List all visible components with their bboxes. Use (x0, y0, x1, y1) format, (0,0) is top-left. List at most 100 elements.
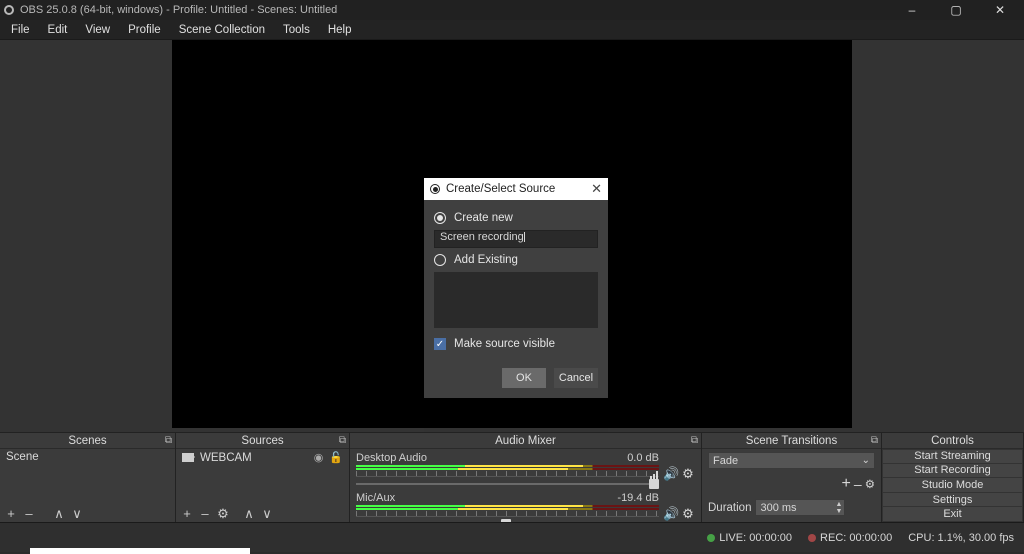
meter-ticks (356, 471, 659, 477)
source-item-label: WEBCAM (200, 452, 252, 464)
dialog-title: Create/Select Source (446, 183, 555, 195)
popout-icon[interactable]: ⧉ (691, 435, 698, 446)
dialog-buttons: OK Cancel (424, 362, 608, 398)
create-new-label: Create new (454, 212, 513, 224)
source-name-input[interactable]: Screen recording (434, 230, 598, 248)
ok-button[interactable]: OK (502, 368, 546, 388)
status-live: LIVE: 00:00:00 (707, 532, 792, 544)
source-properties-button[interactable]: ⚙ (216, 506, 230, 522)
mixer-header: Audio Mixer ⧉ (350, 433, 701, 449)
menu-scene-collection[interactable]: Scene Collection (170, 24, 274, 36)
scenes-header: Scenes ⧉ (0, 433, 175, 449)
menu-edit[interactable]: Edit (39, 24, 77, 36)
existing-sources-list[interactable] (434, 272, 598, 328)
transitions-title: Scene Transitions (746, 435, 837, 447)
close-button[interactable]: ✕ (980, 2, 1020, 18)
add-transition-button[interactable]: + (842, 475, 851, 493)
scene-item[interactable]: Scene (0, 449, 175, 465)
transitions-header: Scene Transitions ⧉ (702, 433, 881, 449)
status-cpu: CPU: 1.1%, 30.00 fps (908, 532, 1014, 544)
make-visible-checkbox[interactable]: ✓ Make source visible (434, 332, 598, 352)
source-item[interactable]: WEBCAM ◉ 🔓 (176, 449, 349, 466)
popout-icon[interactable]: ⧉ (871, 435, 878, 446)
controls-header: Controls (882, 433, 1023, 449)
add-scene-button[interactable]: + (4, 506, 18, 521)
duration-label: Duration (708, 502, 751, 514)
scene-up-button[interactable]: ∧ (52, 506, 66, 522)
studio-mode-button[interactable]: Studio Mode (882, 478, 1023, 493)
audio-mixer-panel: Audio Mixer ⧉ Desktop Audio0.0 dB 🔊 ⚙ Mi… (350, 433, 702, 522)
title-bar: OBS 25.0.8 (64-bit, windows) - Profile: … (0, 0, 1024, 20)
start-recording-button[interactable]: Start Recording (882, 464, 1023, 479)
live-dot-icon (707, 534, 715, 542)
duration-input[interactable]: 300 ms ▲▼ (755, 499, 845, 516)
scenes-toolbar: + – ∧ ∨ (0, 505, 175, 522)
popout-icon[interactable]: ⧉ (339, 435, 346, 446)
controls-panel: Controls Start Streaming Start Recording… (882, 433, 1024, 522)
scenes-title: Scenes (68, 435, 106, 447)
volume-slider-desktop[interactable] (356, 479, 659, 489)
close-icon[interactable]: ✕ (591, 181, 602, 197)
footer-strip (30, 548, 250, 554)
transition-gear-icon[interactable]: ⚙ (865, 477, 875, 491)
speaker-icon[interactable]: 🔊 (663, 507, 677, 521)
volume-slider-mic[interactable] (356, 519, 659, 522)
transition-select[interactable]: Fade⌄ (708, 452, 875, 469)
window-title: OBS 25.0.8 (64-bit, windows) - Profile: … (20, 4, 337, 16)
mixer-channel-mic: Mic/Aux-19.4 dB 🔊 ⚙ (350, 489, 701, 522)
remove-transition-button[interactable]: – (854, 476, 862, 492)
sources-header: Sources ⧉ (176, 433, 349, 449)
add-existing-label: Add Existing (454, 254, 518, 266)
menu-tools[interactable]: Tools (274, 24, 319, 36)
scenes-list[interactable]: Scene (0, 449, 175, 505)
lock-icon[interactable]: 🔓 (329, 451, 343, 464)
source-name-value: Screen recording (440, 231, 524, 243)
controls-body: Start Streaming Start Recording Studio M… (882, 449, 1023, 522)
mixer-body: Desktop Audio0.0 dB 🔊 ⚙ Mic/Aux-19.4 dB … (350, 449, 701, 522)
dialog-body: Create new Screen recording Add Existing… (424, 200, 608, 362)
meter-ticks (356, 511, 659, 517)
exit-button[interactable]: Exit (882, 507, 1023, 522)
sources-list[interactable]: WEBCAM ◉ 🔓 (176, 449, 349, 505)
cancel-button[interactable]: Cancel (554, 368, 598, 388)
start-streaming-button[interactable]: Start Streaming (882, 449, 1023, 464)
menu-bar: File Edit View Profile Scene Collection … (0, 20, 1024, 40)
window-controls: – ▢ ✕ (892, 2, 1020, 18)
source-down-button[interactable]: ∨ (260, 506, 274, 522)
sources-toolbar: + – ⚙ ∧ ∨ (176, 505, 349, 522)
transitions-panel: Scene Transitions ⧉ Fade⌄ + – ⚙ Duration… (702, 433, 882, 522)
radio-icon (434, 254, 446, 266)
remove-scene-button[interactable]: – (22, 506, 36, 521)
obs-logo-icon (430, 184, 440, 194)
source-up-button[interactable]: ∧ (242, 506, 256, 522)
menu-view[interactable]: View (76, 24, 119, 36)
add-existing-radio[interactable]: Add Existing (434, 252, 598, 268)
menu-help[interactable]: Help (319, 24, 361, 36)
spinner-icon[interactable]: ▲▼ (836, 501, 843, 515)
popout-icon[interactable]: ⧉ (165, 435, 172, 446)
scenes-panel: Scenes ⧉ Scene + – ∧ ∨ (0, 433, 176, 522)
duration-value: 300 ms (760, 502, 796, 514)
maximize-button[interactable]: ▢ (936, 2, 976, 18)
gear-icon[interactable]: ⚙ (681, 467, 695, 481)
create-source-dialog: Create/Select Source ✕ Create new Screen… (424, 178, 608, 398)
create-new-radio[interactable]: Create new (434, 210, 598, 226)
remove-source-button[interactable]: – (198, 506, 212, 521)
channel-name: Mic/Aux (356, 492, 395, 504)
visibility-icon[interactable]: ◉ (314, 451, 324, 464)
minimize-button[interactable]: – (892, 2, 932, 18)
transitions-body: Fade⌄ + – ⚙ Duration 300 ms ▲▼ (702, 449, 881, 522)
scene-down-button[interactable]: ∨ (70, 506, 84, 522)
transition-selected-label: Fade (713, 455, 738, 467)
menu-file[interactable]: File (2, 24, 39, 36)
controls-title: Controls (931, 435, 974, 447)
sources-panel: Sources ⧉ WEBCAM ◉ 🔓 + – ⚙ ∧ ∨ (176, 433, 350, 522)
gear-icon[interactable]: ⚙ (681, 507, 695, 521)
channel-db: 0.0 dB (627, 452, 659, 464)
bottom-panels: Scenes ⧉ Scene + – ∧ ∨ Sources ⧉ WEBCAM … (0, 432, 1024, 522)
make-visible-label: Make source visible (454, 338, 555, 350)
add-source-button[interactable]: + (180, 506, 194, 521)
settings-button[interactable]: Settings (882, 493, 1023, 508)
speaker-icon[interactable]: 🔊 (663, 467, 677, 481)
menu-profile[interactable]: Profile (119, 24, 170, 36)
